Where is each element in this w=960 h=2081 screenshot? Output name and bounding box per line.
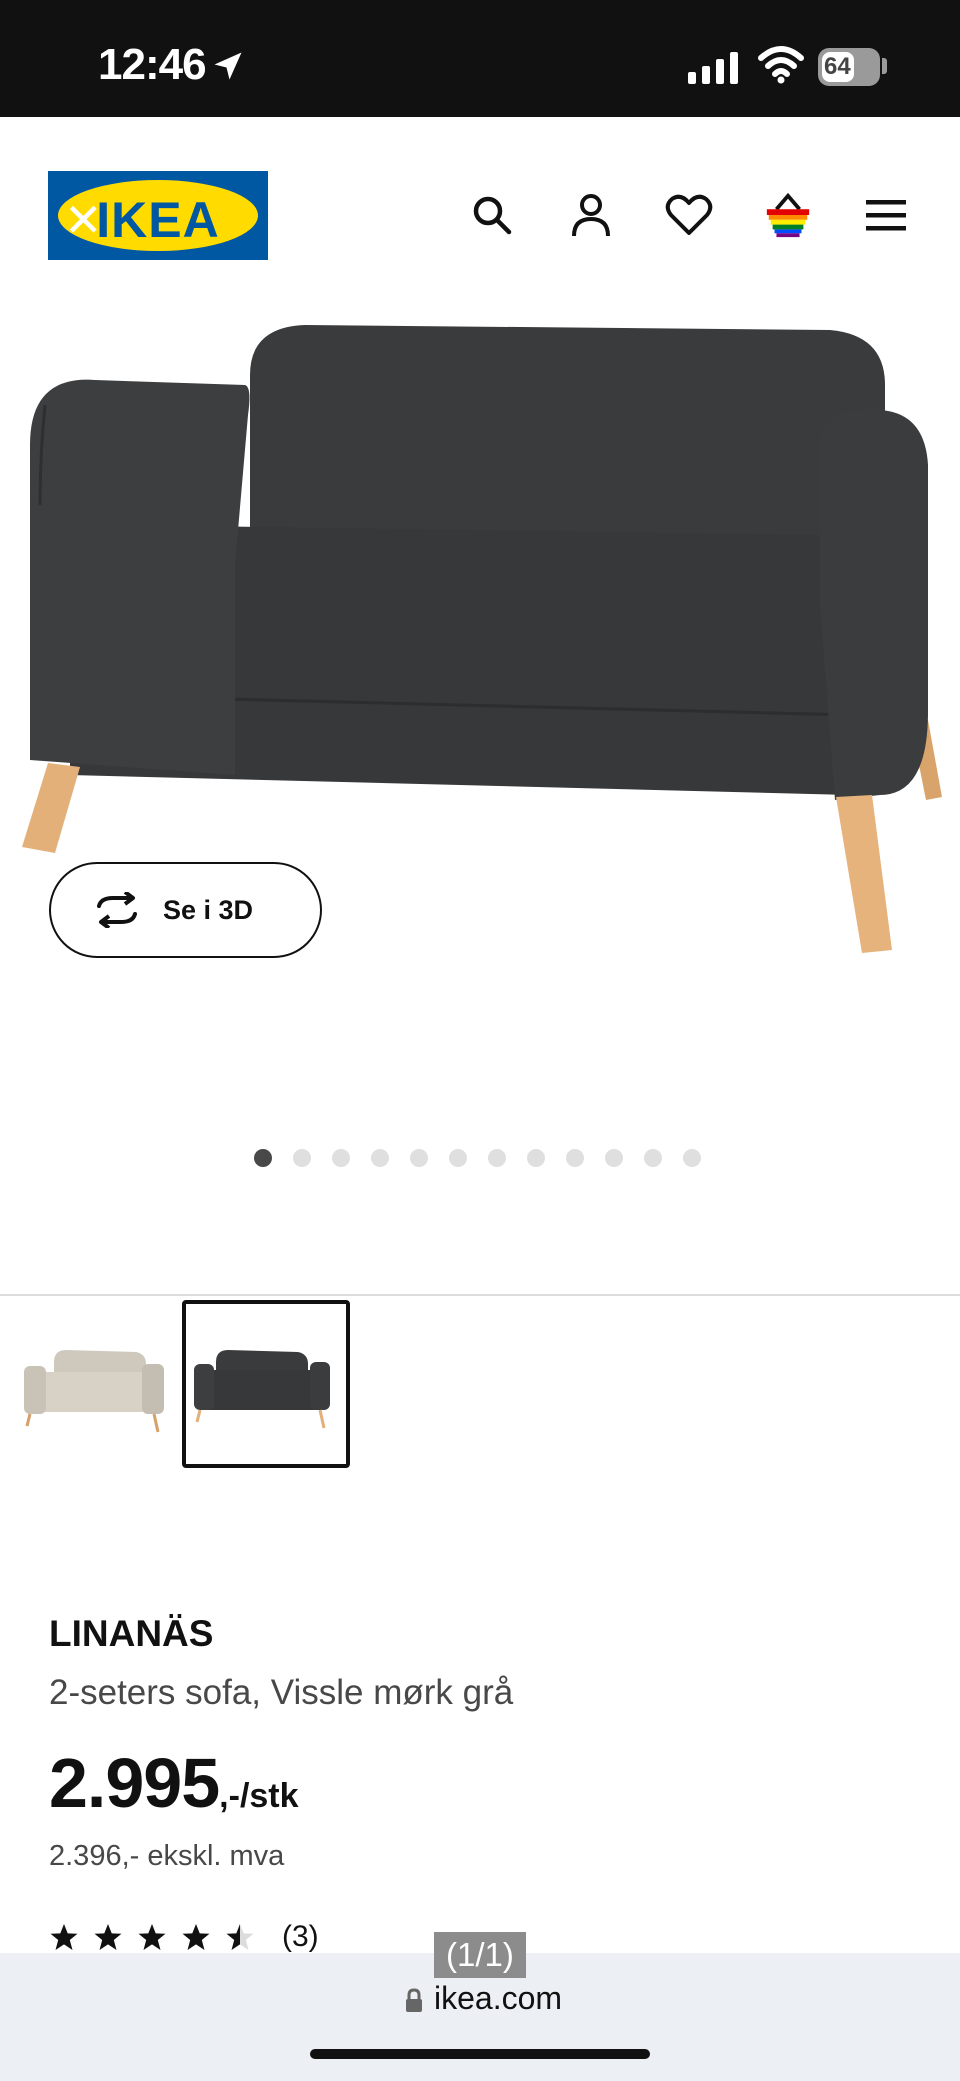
- price-amount: 2.995: [49, 1744, 220, 1822]
- home-indicator[interactable]: [310, 2049, 650, 2059]
- carousel-dot[interactable]: [410, 1149, 428, 1167]
- carousel-dot[interactable]: [449, 1149, 467, 1167]
- lock-icon: [404, 1988, 424, 2019]
- view-3d-label: Se i 3D: [163, 894, 254, 925]
- status-bar: 12:46 64: [0, 0, 960, 117]
- star-icon: [94, 1924, 122, 1950]
- menu-icon[interactable]: [861, 190, 911, 240]
- wifi-icon: [758, 44, 804, 89]
- price-unit: ,-/stk: [219, 1777, 299, 1815]
- carousel-dot[interactable]: [605, 1149, 623, 1167]
- rating-count[interactable]: (3): [282, 1920, 319, 1954]
- basket-icon[interactable]: [763, 190, 813, 240]
- ikea-logo[interactable]: IKEA ✕: [48, 171, 268, 260]
- location-arrow-icon: [210, 48, 246, 89]
- carousel-dot[interactable]: [488, 1149, 506, 1167]
- star-icon: [138, 1924, 166, 1950]
- url-bar[interactable]: ikea.com: [434, 1980, 562, 2017]
- thumbnail-beige[interactable]: [18, 1300, 186, 1468]
- rotate-3d-icon: [97, 892, 137, 928]
- battery-icon: 64: [818, 48, 880, 86]
- divider: [0, 1294, 960, 1296]
- carousel-dot[interactable]: [293, 1149, 311, 1167]
- product-description: 2-seters sofa, Vissle mørk grå: [49, 1673, 514, 1712]
- rating-stars[interactable]: [49, 1923, 255, 1951]
- carousel-dot[interactable]: [371, 1149, 389, 1167]
- carousel-dot[interactable]: [527, 1149, 545, 1167]
- carousel-dot[interactable]: [566, 1149, 584, 1167]
- search-icon[interactable]: [467, 190, 517, 240]
- carousel-dot[interactable]: [644, 1149, 662, 1167]
- status-time: 12:46: [98, 40, 207, 89]
- view-3d-button[interactable]: Se i 3D: [49, 862, 322, 958]
- product-name: LINANÄS: [49, 1613, 214, 1654]
- carousel-dot[interactable]: [254, 1149, 272, 1167]
- carousel-dots: [0, 1147, 960, 1167]
- thumbnail-dark-grey[interactable]: [182, 1300, 350, 1468]
- carousel-dot[interactable]: [683, 1149, 701, 1167]
- battery-tip: [882, 58, 887, 74]
- carousel-dot[interactable]: [332, 1149, 350, 1167]
- heart-icon[interactable]: [664, 190, 714, 240]
- signal-icon: [688, 50, 738, 84]
- star-icon: [226, 1924, 254, 1950]
- price-ex-vat: 2.396,- ekskl. mva: [49, 1840, 285, 1872]
- star-icon: [50, 1924, 78, 1950]
- close-icon[interactable]: ✕: [64, 197, 103, 243]
- battery-level: 64: [824, 53, 851, 80]
- profile-icon[interactable]: [566, 190, 616, 240]
- product-price: 2.995,-/stk: [49, 1743, 299, 1823]
- page-indicator: (1/1): [434, 1932, 526, 1978]
- star-icon: [182, 1924, 210, 1950]
